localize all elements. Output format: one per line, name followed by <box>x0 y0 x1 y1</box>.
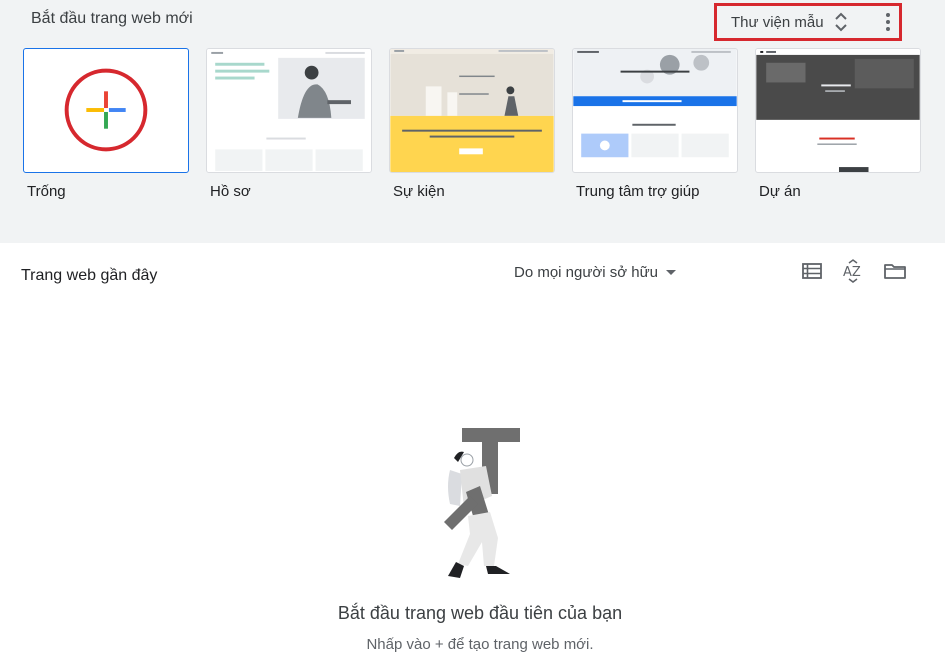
template-profile[interactable] <box>206 48 372 173</box>
profile-thumbnail <box>207 49 371 172</box>
template-name-blank: Trống <box>27 183 66 200</box>
empty-state-subtitle: Nhấp vào + để tạo trang web mới. <box>366 636 594 653</box>
template-name-project: Dự án <box>759 183 801 200</box>
new-site-section: Bắt đầu trang web mới Thư viện mẫu Trống <box>0 0 945 243</box>
template-event[interactable] <box>389 48 555 173</box>
more-options-button[interactable] <box>877 10 899 34</box>
template-blank[interactable] <box>23 48 189 173</box>
template-name-event: Sự kiện <box>393 183 445 200</box>
dropdown-arrow-icon <box>665 270 676 275</box>
template-gallery-label: Thư viện mẫu <box>731 13 824 31</box>
recent-sites-title: Trang web gần đây <box>21 267 158 284</box>
template-project[interactable] <box>755 48 921 173</box>
folder-icon[interactable] <box>883 259 907 283</box>
owner-filter-label: Do mọi người sở hữu <box>514 264 658 281</box>
unfold-more-icon <box>835 12 847 32</box>
template-help-center[interactable] <box>572 48 738 173</box>
template-name-profile: Hồ sơ <box>210 183 251 200</box>
section-title: Bắt đầu trang web mới <box>31 10 193 27</box>
template-gallery-button[interactable]: Thư viện mẫu <box>714 3 902 41</box>
template-name-help-center: Trung tâm trợ giúp <box>576 183 700 200</box>
more-vert-icon <box>886 13 890 17</box>
project-thumbnail <box>756 49 920 172</box>
sort-az-icon[interactable]: AZ <box>841 259 865 283</box>
owner-filter-dropdown[interactable]: Do mọi người sở hữu <box>514 264 676 281</box>
plus-icon <box>64 68 148 152</box>
empty-state-title: Bắt đầu trang web đầu tiên của bạn <box>337 603 623 623</box>
list-view-icon[interactable] <box>800 259 824 283</box>
event-thumbnail <box>390 49 554 172</box>
svg-text:AZ: AZ <box>843 265 861 280</box>
empty-state-illustration <box>444 428 520 578</box>
help-center-thumbnail <box>573 49 737 158</box>
